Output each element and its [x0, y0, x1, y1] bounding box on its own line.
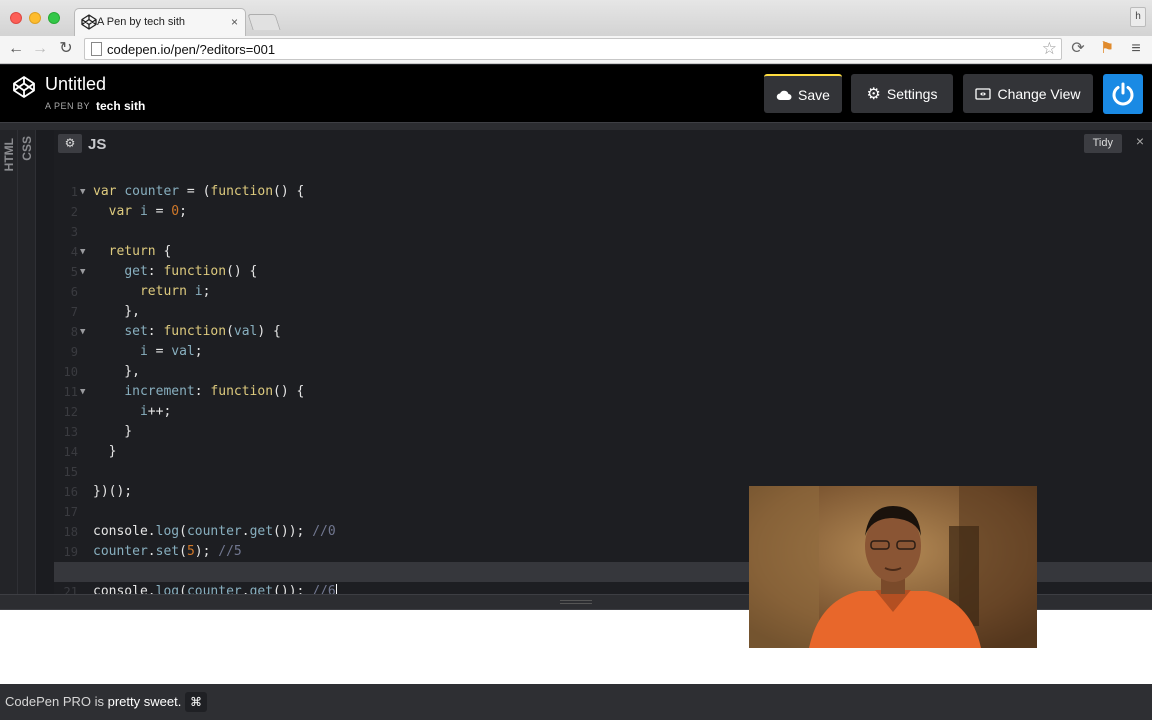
code-line: 8 ▼ set: function(val) { — [54, 302, 1152, 339]
editor-divider[interactable] — [36, 130, 54, 594]
cloud-icon — [776, 90, 792, 100]
new-tab-button[interactable] — [247, 14, 281, 30]
header-separator — [0, 122, 1152, 130]
resize-grip-icon — [560, 600, 592, 604]
settings-label: Settings — [886, 85, 938, 102]
footer-text-connector: is — [91, 694, 108, 709]
minimize-window-button[interactable] — [29, 12, 41, 24]
browser-tab-bar: A Pen by tech sith × h — [0, 0, 1152, 36]
save-label: Save — [798, 86, 830, 103]
footer-text-tail: pretty sweet. — [107, 694, 182, 709]
browser-menu-icon[interactable]: ≡ — [1126, 39, 1146, 59]
js-settings-icon[interactable]: ⚙ — [58, 134, 82, 153]
code-line: 15 — [54, 442, 1152, 479]
extension-pin-icon[interactable]: ⚑ — [1097, 39, 1117, 59]
code-line: 7 }, — [54, 282, 1152, 319]
page-icon — [91, 42, 102, 56]
webcam-overlay — [749, 486, 1037, 648]
footer-promo[interactable]: CodePen PRO is pretty sweet. — [5, 694, 181, 709]
codepen-logo-icon[interactable] — [12, 75, 36, 99]
codepen-header: Untitled A PEN BY tech sith Save ⚙ Setti… — [0, 65, 1152, 122]
close-window-button[interactable] — [10, 12, 22, 24]
address-bar[interactable]: codepen.io/pen/?editors=001 ☆ — [84, 38, 1062, 60]
code-line: 13 } — [54, 402, 1152, 439]
code-line: 6 return i; — [54, 262, 1152, 299]
keyboard-shortcuts-button[interactable]: ⌘ — [185, 692, 207, 712]
html-tab-label: HTML — [2, 138, 16, 172]
js-editor-title: JS — [88, 136, 107, 153]
user-menu-button[interactable] — [1103, 74, 1143, 114]
code-line: 9 i = val; — [54, 322, 1152, 359]
pen-by-label: A PEN BY — [45, 101, 91, 111]
code-line: 5 ▼ get: function() { — [54, 242, 1152, 279]
url-text: codepen.io/pen/?editors=001 — [107, 42, 276, 57]
profile-button[interactable]: h — [1130, 7, 1146, 27]
code-line: 10 }, — [54, 342, 1152, 379]
browser-tab[interactable]: A Pen by tech sith × — [74, 8, 246, 36]
layout-icon — [975, 87, 992, 100]
close-editor-icon[interactable]: × — [1136, 133, 1144, 149]
bookmark-star-icon[interactable]: ☆ — [1042, 39, 1057, 59]
maximize-window-button[interactable] — [48, 12, 60, 24]
pen-author[interactable]: tech sith — [96, 99, 145, 113]
forward-icon[interactable]: → — [30, 39, 50, 59]
extension-sync-icon[interactable]: ⟳ — [1068, 39, 1088, 59]
code-line: 16})(); — [54, 462, 1152, 499]
gear-icon: ⚙ — [866, 85, 881, 103]
tab-close-icon[interactable]: × — [231, 15, 238, 29]
browser-nav-bar: ← → ↻ codepen.io/pen/?editors=001 ☆ ⟳ ⚑ … — [0, 36, 1152, 64]
code-line: 3 — [54, 202, 1152, 239]
html-editor-tab[interactable]: HTML — [0, 130, 18, 594]
css-editor-tab[interactable]: CSS — [18, 130, 36, 594]
footer-bar: CodePen PRO is pretty sweet. ⌘ — [0, 684, 1152, 720]
presenter-video — [749, 486, 1037, 648]
code-line: 11 ▼ increment: function() { — [54, 362, 1152, 399]
css-tab-label: CSS — [20, 136, 34, 161]
code-line: 12 i++; — [54, 382, 1152, 419]
reload-icon[interactable]: ↻ — [56, 39, 76, 59]
change-view-label: Change View — [997, 85, 1081, 102]
back-icon[interactable]: ← — [6, 39, 26, 59]
tidy-button[interactable]: Tidy — [1083, 134, 1122, 153]
code-line: 2 var i = 0; — [54, 182, 1152, 219]
pen-title[interactable]: Untitled — [45, 74, 106, 95]
tab-title: A Pen by tech sith — [97, 16, 186, 28]
footer-pro-link[interactable]: CodePen PRO — [5, 694, 91, 709]
save-button[interactable]: Save — [764, 74, 842, 113]
settings-button[interactable]: ⚙ Settings — [851, 74, 953, 113]
code-line: 14 } — [54, 422, 1152, 459]
codepen-favicon-icon — [81, 14, 97, 30]
change-view-button[interactable]: Change View — [963, 74, 1093, 113]
code-line: 1 ▼ var counter = (function() { — [54, 162, 1152, 199]
js-editor-header: ⚙ JS Tidy × — [54, 130, 1152, 157]
code-line: 4 ▼ return { — [54, 222, 1152, 259]
power-icon — [1112, 82, 1134, 106]
